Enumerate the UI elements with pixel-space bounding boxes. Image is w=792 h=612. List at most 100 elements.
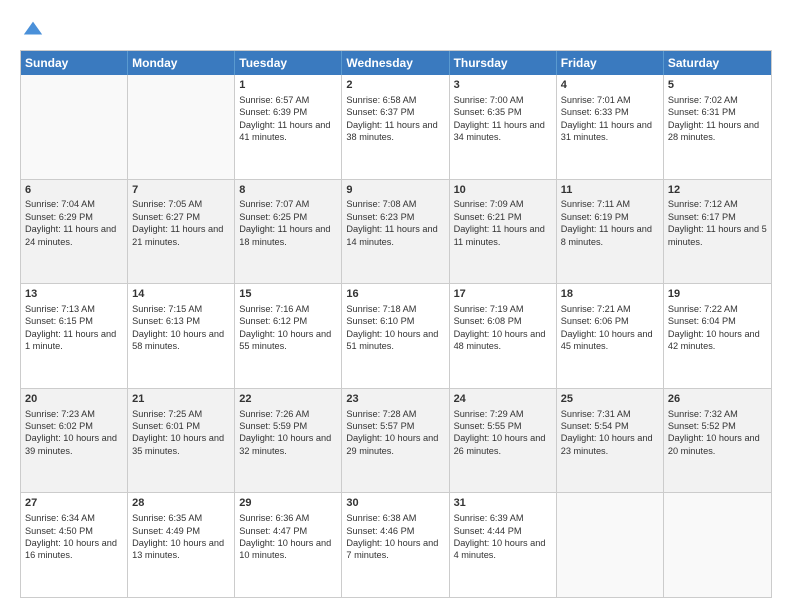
sunrise-text: Sunrise: 7:31 AM xyxy=(561,409,631,419)
header xyxy=(20,18,772,40)
calendar-cell: 28Sunrise: 6:35 AMSunset: 4:49 PMDayligh… xyxy=(128,493,235,597)
daylight-text: Daylight: 10 hours and 7 minutes. xyxy=(346,538,438,560)
day-number: 23 xyxy=(346,392,444,407)
sunset-text: Sunset: 6:21 PM xyxy=(454,212,522,222)
calendar-row: 20Sunrise: 7:23 AMSunset: 6:02 PMDayligh… xyxy=(21,388,771,493)
daylight-text: Daylight: 10 hours and 20 minutes. xyxy=(668,433,760,455)
day-number: 31 xyxy=(454,496,552,511)
weekday-header: Saturday xyxy=(664,51,771,75)
calendar-cell xyxy=(128,75,235,179)
sunset-text: Sunset: 6:13 PM xyxy=(132,316,200,326)
daylight-text: Daylight: 10 hours and 16 minutes. xyxy=(25,538,117,560)
day-number: 12 xyxy=(668,183,767,198)
calendar-cell: 27Sunrise: 6:34 AMSunset: 4:50 PMDayligh… xyxy=(21,493,128,597)
calendar-cell: 23 Sunrise: 7:28 AM Sunset: 5:57 PM Dayligh… xyxy=(342,389,449,493)
sunset-text: Sunset: 6:06 PM xyxy=(561,316,629,326)
calendar-cell: 31Sunrise: 6:39 AMSunset: 4:44 PMDayligh… xyxy=(450,493,557,597)
day-number: 9 xyxy=(346,183,444,198)
sunset-text: Sunset: 6:25 PM xyxy=(239,212,307,222)
day-number: 18 xyxy=(561,287,659,302)
sunset-text: Sunset: 6:17 PM xyxy=(668,212,736,222)
sunrise-text: Sunrise: 7:15 AM xyxy=(132,304,202,314)
sunset-text: Sunset: 6:33 PM xyxy=(561,107,629,117)
calendar-cell xyxy=(21,75,128,179)
day-number: 1 xyxy=(239,78,337,93)
calendar-cell: 22Sunrise: 7:26 AMSunset: 5:59 PMDayligh… xyxy=(235,389,342,493)
day-number: 10 xyxy=(454,183,552,198)
sunset-text: Sunset: 4:46 PM xyxy=(346,526,414,536)
sunrise-text: Sunrise: 7:12 AM xyxy=(668,199,738,209)
sunset-text: Sunset: 6:04 PM xyxy=(668,316,736,326)
daylight-text: Daylight: 10 hours and 48 minutes. xyxy=(454,329,546,351)
daylight-text: Daylight: 10 hours and 29 minutes. xyxy=(346,433,438,455)
day-number: 16 xyxy=(346,287,444,302)
calendar-cell: 14Sunrise: 7:15 AMSunset: 6:13 PMDayligh… xyxy=(128,284,235,388)
sunrise-text: Sunrise: 7:16 AM xyxy=(239,304,309,314)
daylight-text: Daylight: 10 hours and 4 minutes. xyxy=(454,538,546,560)
daylight-text: Daylight: 10 hours and 13 minutes. xyxy=(132,538,224,560)
logo-area xyxy=(20,18,44,40)
daylight-text: Daylight: 10 hours and 58 minutes. xyxy=(132,329,224,351)
sunset-text: Sunset: 5:57 PM xyxy=(346,421,414,431)
calendar-cell: 30Sunrise: 6:38 AMSunset: 4:46 PMDayligh… xyxy=(342,493,449,597)
sunset-text: Sunset: 6:12 PM xyxy=(239,316,307,326)
page: SundayMondayTuesdayWednesdayThursdayFrid… xyxy=(0,0,792,612)
calendar-cell: 10Sunrise: 7:09 AM Sunset: 6:21 PM Dayligh… xyxy=(450,180,557,284)
day-number: 2 xyxy=(346,78,444,93)
sunrise-text: Sunrise: 7:09 AM xyxy=(454,199,524,209)
sunset-text: Sunset: 5:54 PM xyxy=(561,421,629,431)
sunset-text: Sunset: 6:37 PM xyxy=(346,107,414,117)
sunset-text: Sunset: 4:50 PM xyxy=(25,526,93,536)
calendar-cell: 5Sunrise: 7:02 AMSunset: 6:31 PMDaylight… xyxy=(664,75,771,179)
calendar-body: 1Sunrise: 6:57 AMSunset: 6:39 PMDaylight… xyxy=(21,75,771,597)
sunset-text: Sunset: 6:23 PM xyxy=(346,212,414,222)
daylight-text: Daylight: 10 hours and 35 minutes. xyxy=(132,433,224,455)
calendar-cell: 21Sunrise: 7:25 AMSunset: 6:01 PMDayligh… xyxy=(128,389,235,493)
sunrise-text: Sunrise: 7:21 AM xyxy=(561,304,631,314)
calendar-cell: 16Sunrise: 7:18 AMSunset: 6:10 PMDayligh… xyxy=(342,284,449,388)
daylight-text: Daylight: 10 hours and 51 minutes. xyxy=(346,329,438,351)
weekday-header: Thursday xyxy=(450,51,557,75)
sunset-text: Sunset: 6:19 PM xyxy=(561,212,629,222)
sunset-text: Sunset: 4:49 PM xyxy=(132,526,200,536)
day-number: 4 xyxy=(561,78,659,93)
daylight-text: Daylight: 11 hours and 11 minutes. xyxy=(454,224,545,246)
calendar-cell: 24Sunrise: 7:29 AMSunset: 5:55 PMDayligh… xyxy=(450,389,557,493)
daylight-text: Daylight: 10 hours and 10 minutes. xyxy=(239,538,331,560)
daylight-text: Daylight: 11 hours and 34 minutes. xyxy=(454,120,545,142)
sunset-text: Sunset: 6:39 PM xyxy=(239,107,307,117)
sunset-text: Sunset: 5:59 PM xyxy=(239,421,307,431)
sunrise-text: Sunrise: 7:00 AM xyxy=(454,95,524,105)
day-number: 17 xyxy=(454,287,552,302)
sunrise-text: Sunrise: 6:36 AM xyxy=(239,513,309,523)
daylight-text: Daylight: 11 hours and 8 minutes. xyxy=(561,224,652,246)
sunrise-text: Sunrise: 7:22 AM xyxy=(668,304,738,314)
sunset-text: Sunset: 4:44 PM xyxy=(454,526,522,536)
day-number: 27 xyxy=(25,496,123,511)
calendar-cell: 11Sunrise: 7:11 AMSunset: 6:19 PMDayligh… xyxy=(557,180,664,284)
sunrise-text: Sunrise: 7:05 AM xyxy=(132,199,202,209)
daylight-text: Daylight: 11 hours and 14 minutes. xyxy=(346,224,437,246)
sunrise-text: Sunrise: 7:18 AM xyxy=(346,304,416,314)
sunrise-text: Sunrise: 7:19 AM xyxy=(454,304,524,314)
day-number: 21 xyxy=(132,392,230,407)
calendar-cell: 25Sunrise: 7:31 AMSunset: 5:54 PMDayligh… xyxy=(557,389,664,493)
calendar-cell: 8Sunrise: 7:07 AMSunset: 6:25 PMDaylight… xyxy=(235,180,342,284)
sunset-text: Sunset: 6:27 PM xyxy=(132,212,200,222)
day-number: 15 xyxy=(239,287,337,302)
day-number: 30 xyxy=(346,496,444,511)
day-number: 25 xyxy=(561,392,659,407)
sunrise-text: Sunrise: 7:32 AM xyxy=(668,409,738,419)
day-number: 24 xyxy=(454,392,552,407)
sunset-text: Sunset: 6:01 PM xyxy=(132,421,200,431)
calendar-cell: 17Sunrise: 7:19 AMSunset: 6:08 PMDayligh… xyxy=(450,284,557,388)
calendar-cell: 26Sunrise: 7:32 AMSunset: 5:52 PMDayligh… xyxy=(664,389,771,493)
sunrise-text: Sunrise: 7:02 AM xyxy=(668,95,738,105)
sunrise-text: Sunrise: 7:28 AM xyxy=(346,409,416,419)
sunrise-text: Sunrise: 7:29 AM xyxy=(454,409,524,419)
day-number: 22 xyxy=(239,392,337,407)
daylight-text: Daylight: 11 hours and 41 minutes. xyxy=(239,120,330,142)
daylight-text: Daylight: 10 hours and 32 minutes. xyxy=(239,433,331,455)
calendar: SundayMondayTuesdayWednesdayThursdayFrid… xyxy=(20,50,772,598)
daylight-text: Daylight: 11 hours and 5 minutes. xyxy=(668,224,767,246)
